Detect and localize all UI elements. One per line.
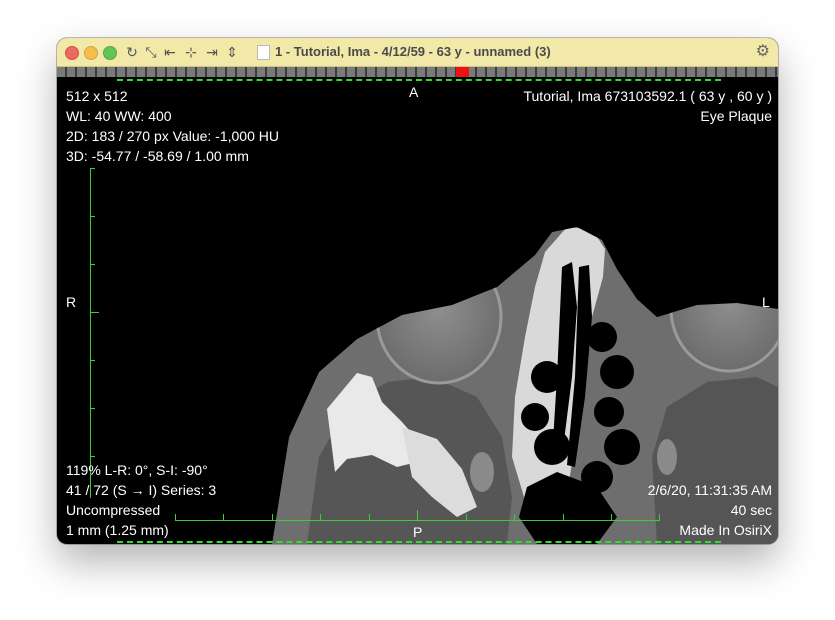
orientation-left: R	[66, 294, 77, 310]
orientation-right: L	[762, 294, 770, 310]
close-button[interactable]	[65, 46, 79, 60]
ruler-tick	[272, 514, 273, 520]
overlay-matrix-size: 512 x 512	[66, 88, 128, 104]
overlay-patient-info: Tutorial, Ima 673103592.1 ( 63 y , 60 y …	[523, 88, 772, 104]
ruler-tick	[466, 514, 467, 520]
top-dashed-line	[117, 79, 721, 81]
ruler-tick	[90, 312, 99, 313]
vertical-scale-ruler	[90, 168, 91, 498]
ruler-tick	[90, 456, 95, 457]
overlay-acquisition-date: 2/6/20, 11:31:35 AM	[647, 482, 772, 498]
minimize-button[interactable]	[84, 46, 98, 60]
orientation-bottom: P	[413, 524, 423, 540]
overlay-2d-value: 2D: 183 / 270 px Value: -1,000 HU	[66, 128, 279, 144]
ruler-tick	[320, 514, 321, 520]
window-title: 1 - Tutorial, Ima - 4/12/59 - 63 y - unn…	[275, 44, 551, 59]
overlay-slice-series: 41 / 72 (S → I) Series: 3	[66, 482, 217, 498]
image-slider-thumb[interactable]	[456, 67, 469, 77]
ruler-tick	[90, 264, 95, 265]
ruler-tick	[611, 514, 612, 520]
overlay-acquisition-time: 40 sec	[730, 502, 772, 518]
ruler-tick	[90, 360, 95, 361]
flip-icon[interactable]: ⇕	[224, 42, 240, 62]
overlay-zoom-rotation: 119% L-R: 0°, S-I: -90°	[66, 462, 208, 478]
orientation-top: A	[409, 84, 419, 100]
ruler-tick	[659, 514, 660, 520]
overlay-3d-position: 3D: -54.77 / -58.69 / 1.00 mm	[66, 148, 249, 164]
zoom-button[interactable]	[103, 46, 117, 60]
overlay-study-description: Eye Plaque	[700, 108, 772, 124]
document-icon	[257, 45, 270, 60]
ruler-tick	[369, 514, 370, 520]
gear-icon[interactable]: ⚙	[756, 41, 770, 61]
ruler-tick	[563, 514, 564, 520]
rotate-icon[interactable]: ↻	[124, 42, 140, 62]
ruler-tick	[514, 514, 515, 520]
ruler-tick	[90, 168, 95, 169]
overlay-window-level: WL: 40 WW: 400	[66, 108, 172, 124]
title-bar[interactable]: ↻ ⤡ ⇤ ⊹ ⇥ ⇕ 1 - Tutorial, Ima - 4/12/59 …	[57, 38, 778, 67]
viewer-window: ↻ ⤡ ⇤ ⊹ ⇥ ⇕ 1 - Tutorial, Ima - 4/12/59 …	[57, 38, 778, 544]
first-image-icon[interactable]: ⇤	[162, 42, 178, 62]
center-icon[interactable]: ⊹	[183, 42, 199, 62]
overlay-slice-thickness: 1 mm (1.25 mm)	[66, 522, 169, 538]
ruler-tick	[90, 408, 95, 409]
fit-icon[interactable]: ⤡	[143, 42, 159, 62]
overlay-made-in: Made In OsiriX	[679, 522, 772, 538]
ruler-tick	[223, 514, 224, 520]
overlay-compression: Uncompressed	[66, 502, 161, 518]
image-slider-track[interactable]	[57, 67, 778, 77]
ruler-tick	[417, 510, 418, 520]
ruler-tick	[175, 514, 176, 520]
horizontal-scale-ruler	[175, 520, 660, 521]
ruler-tick	[90, 216, 95, 217]
last-image-icon[interactable]: ⇥	[204, 42, 220, 62]
